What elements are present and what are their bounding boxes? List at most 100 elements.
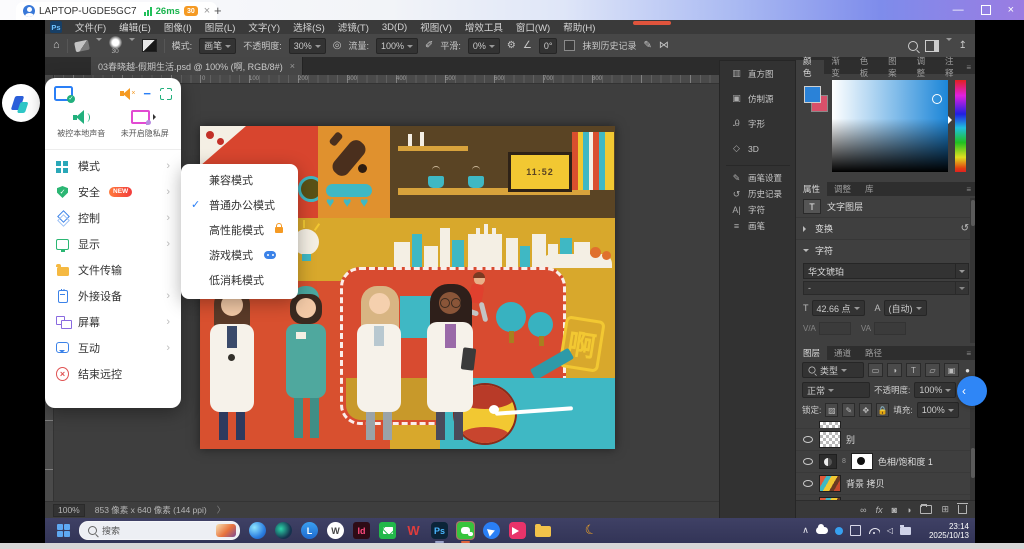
font-family-select[interactable]: 华文琥珀: [803, 263, 969, 279]
window-close-icon[interactable]: ×: [1008, 4, 1014, 16]
privacy-screen-button[interactable]: 未开启隐私屏: [116, 107, 175, 142]
brush-picker-dropdown[interactable]: [129, 41, 135, 51]
scrollbar[interactable]: [970, 408, 975, 500]
layer-thumbnail[interactable]: [819, 431, 841, 448]
fill-field[interactable]: 100%: [917, 402, 959, 418]
todesk-floating-ball[interactable]: [2, 84, 40, 122]
layer-mask-thumbnail[interactable]: [851, 453, 873, 470]
font-size-field[interactable]: T 42.66 点: [803, 300, 865, 316]
visibility-eye-icon[interactable]: [802, 456, 814, 468]
menu-item-mode[interactable]: 模式›: [45, 153, 181, 179]
add-mask-icon[interactable]: ◙: [892, 505, 897, 515]
menu-view[interactable]: 视图(V): [420, 20, 452, 34]
menu-select[interactable]: 选择(S): [293, 20, 325, 34]
tab-patterns[interactable]: 图案: [881, 60, 909, 74]
search-highlight-thumbnail[interactable]: [216, 524, 236, 537]
submenu-compatible-mode[interactable]: 兼容模式: [181, 167, 298, 192]
taskbar-l-app-icon[interactable]: L: [301, 522, 318, 539]
submenu-game-mode[interactable]: 游戏模式: [181, 242, 298, 267]
home-icon[interactable]: ⌂: [53, 40, 60, 51]
dock-item-character[interactable]: A|字符: [720, 202, 796, 218]
tab-paths[interactable]: 路径: [858, 346, 889, 360]
layer-row[interactable]: 别: [796, 429, 975, 451]
taskbar-wechat-icon[interactable]: [457, 522, 474, 539]
menu-window[interactable]: 窗口(W): [516, 20, 550, 34]
layer-name[interactable]: 别: [846, 433, 855, 446]
brush-pressure-icon[interactable]: ✎: [643, 41, 651, 51]
layer-row-partial[interactable]: [796, 420, 975, 429]
tray-folder-icon[interactable]: [900, 527, 911, 535]
tab-channels[interactable]: 通道: [827, 346, 858, 360]
session-tab[interactable]: LAPTOP-UGDE5GC7 26ms 30 ×: [16, 2, 217, 20]
menu-layer[interactable]: 图层(L): [205, 20, 236, 34]
menu-3d[interactable]: 3D(D): [382, 22, 407, 33]
local-sound-button[interactable]: 被控本地声音: [52, 107, 111, 142]
start-button[interactable]: [57, 524, 70, 537]
menu-item-control[interactable]: 控制›: [45, 205, 181, 231]
menu-filter[interactable]: 滤镜(T): [338, 20, 369, 34]
erase-history-checkbox[interactable]: [564, 40, 575, 51]
brush-preview[interactable]: 30: [109, 36, 122, 56]
character-section[interactable]: 字符: [796, 239, 975, 261]
menu-help[interactable]: 帮助(H): [563, 20, 595, 34]
menu-item-interaction[interactable]: 互动›: [45, 335, 181, 361]
tab-gradient[interactable]: 渐变: [824, 60, 852, 74]
menu-file[interactable]: 文件(F): [75, 20, 106, 34]
pressure-opacity-icon[interactable]: ◎: [333, 41, 342, 51]
menu-type[interactable]: 文字(Y): [248, 20, 280, 34]
taskbar-todesk-icon[interactable]: [483, 522, 500, 539]
taskbar-wps-icon[interactable]: W: [405, 522, 422, 539]
window-minimize-icon[interactable]: —: [953, 4, 964, 16]
dock-item-glyphs[interactable]: Ꭿ字形: [720, 111, 796, 136]
visibility-eye-icon[interactable]: [802, 478, 814, 490]
panel-menu-icon[interactable]: ≡: [966, 346, 975, 360]
taskbar-clock[interactable]: 23:14 2025/10/13: [929, 522, 969, 540]
dock-item-brush-settings[interactable]: ✎画笔设置: [720, 170, 796, 186]
layer-name[interactable]: 色相/饱和度 1: [878, 455, 933, 468]
taskbar-browser-icon[interactable]: [275, 522, 292, 539]
taskbar-mail-icon[interactable]: [379, 522, 396, 539]
foreground-color-swatch[interactable]: [804, 86, 821, 103]
menu-edit[interactable]: 编辑(E): [119, 20, 151, 34]
pattern-chip-icon[interactable]: [142, 39, 157, 52]
menu-item-screen[interactable]: 屏幕›: [45, 309, 181, 335]
layer-thumbnail[interactable]: [819, 475, 841, 492]
tray-input-method-icon[interactable]: [850, 525, 861, 536]
tray-volume-icon[interactable]: ◁: [887, 527, 893, 535]
workspace-switcher-icon[interactable]: [925, 40, 939, 52]
filter-pixel-layers-icon[interactable]: ▭: [868, 363, 883, 377]
layers-opacity-field[interactable]: 100%: [914, 382, 956, 398]
dock-item-3d[interactable]: ◇3D: [720, 136, 796, 161]
tracking-field[interactable]: V/A: [803, 322, 851, 335]
new-group-icon[interactable]: [920, 505, 932, 514]
status-more-icon[interactable]: 〉: [217, 504, 226, 516]
dock-item-brushes[interactable]: ≡画笔: [720, 218, 796, 234]
layer-name[interactable]: 背景 拷贝: [846, 477, 885, 490]
layer-row[interactable]: 8 色相/饱和度 1: [796, 451, 975, 473]
tab-adjust[interactable]: 调整: [827, 182, 858, 196]
mode-select[interactable]: 画笔: [199, 38, 236, 54]
reset-icon[interactable]: ↺: [961, 224, 969, 234]
kerning-field[interactable]: VA: [861, 322, 906, 335]
panel-menu-icon[interactable]: ≡: [966, 182, 975, 196]
dropdown-icon[interactable]: [955, 282, 968, 294]
symmetry-icon[interactable]: ⋈: [659, 41, 669, 51]
filter-toggle-icon[interactable]: ●: [965, 366, 970, 375]
dock-item-histogram[interactable]: ▥直方图: [720, 61, 796, 86]
airbrush-icon[interactable]: ✐: [425, 41, 433, 51]
dock-item-history[interactable]: ↺历史记录: [720, 186, 796, 202]
panel-minimize-icon[interactable]: −: [143, 89, 151, 99]
share-icon[interactable]: ↥: [959, 41, 967, 51]
new-layer-icon[interactable]: ⊞: [941, 504, 949, 515]
menu-item-end-session[interactable]: × 结束远控: [45, 361, 181, 387]
search-icon[interactable]: [908, 41, 918, 51]
saturation-picker[interactable]: [832, 80, 948, 172]
scrollbar[interactable]: [970, 198, 975, 343]
transform-section[interactable]: 变换 ↺: [796, 217, 975, 239]
tab-color[interactable]: 颜色: [796, 60, 824, 74]
tray-blue-dot-icon[interactable]: [835, 527, 843, 535]
lock-transparency-icon[interactable]: ▨: [825, 403, 838, 417]
taskbar-w-app-icon[interactable]: W: [327, 522, 344, 539]
lock-position-icon[interactable]: ✥: [859, 403, 872, 417]
window-maximize-icon[interactable]: [981, 5, 991, 15]
